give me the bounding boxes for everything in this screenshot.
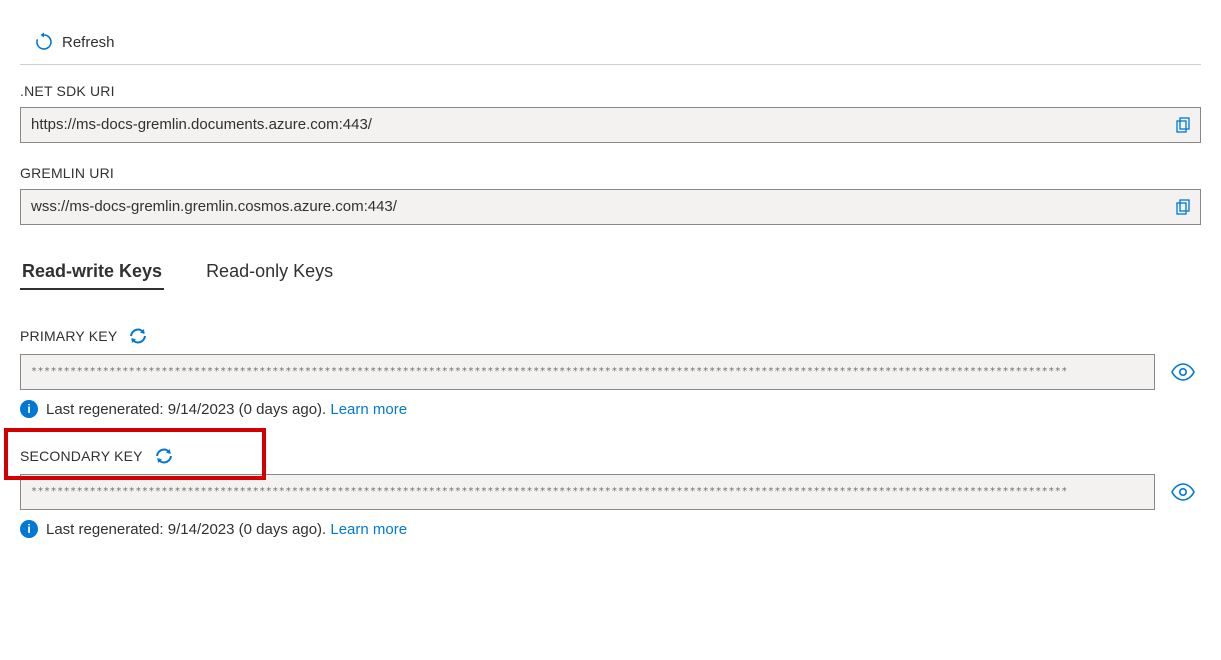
primary-regen-info: i Last regenerated: 9/14/2023 (0 days ag… [20,400,1201,418]
tab-read-write-keys[interactable]: Read-write Keys [20,255,164,290]
eye-icon [1170,483,1196,501]
info-icon: i [20,400,38,418]
refresh-button[interactable]: Refresh [28,28,121,56]
show-primary-key-button[interactable] [1165,354,1201,390]
refresh-icon [34,32,54,52]
regen-text: Last regenerated: 9/14/2023 (0 days ago)… [46,401,330,418]
copy-button[interactable] [1170,194,1196,220]
refresh-label: Refresh [62,34,115,51]
field-value: wss://ms-docs-gremlin.gremlin.cosmos.azu… [31,198,397,216]
gremlin-uri-field: GREMLIN URI wss://ms-docs-gremlin.gremli… [20,165,1201,225]
masked-value: ****************************************… [31,363,1068,381]
secondary-key-section: SECONDARY KEY **************************… [20,446,1201,538]
regenerate-secondary-button[interactable] [153,446,175,466]
secondary-key-input[interactable]: ****************************************… [20,474,1155,510]
copy-icon [1174,116,1192,134]
regenerate-icon [127,326,149,346]
key-tabs: Read-write Keys Read-only Keys [20,255,1201,290]
field-value: https://ms-docs-gremlin.documents.azure.… [31,116,372,134]
regenerate-primary-button[interactable] [127,326,149,346]
field-label: SECONDARY KEY [20,448,143,464]
eye-icon [1170,363,1196,381]
copy-button[interactable] [1170,112,1196,138]
toolbar: Refresh [20,20,1201,65]
regenerate-icon [153,446,175,466]
regen-text: Last regenerated: 9/14/2023 (0 days ago)… [46,521,330,538]
learn-more-link[interactable]: Learn more [330,401,407,418]
learn-more-link[interactable]: Learn more [330,521,407,538]
field-label: GREMLIN URI [20,165,1201,181]
show-secondary-key-button[interactable] [1165,474,1201,510]
tab-read-only-keys[interactable]: Read-only Keys [204,255,335,290]
info-icon: i [20,520,38,538]
field-label: .NET SDK URI [20,83,1201,99]
masked-value: ****************************************… [31,483,1068,501]
field-label: PRIMARY KEY [20,328,117,344]
gremlin-uri-input[interactable]: wss://ms-docs-gremlin.gremlin.cosmos.azu… [20,189,1201,225]
primary-key-input[interactable]: ****************************************… [20,354,1155,390]
secondary-regen-info: i Last regenerated: 9/14/2023 (0 days ag… [20,520,1201,538]
net-sdk-uri-input[interactable]: https://ms-docs-gremlin.documents.azure.… [20,107,1201,143]
copy-icon [1174,198,1192,216]
net-sdk-uri-field: .NET SDK URI https://ms-docs-gremlin.doc… [20,83,1201,143]
primary-key-section: PRIMARY KEY ****************************… [20,326,1201,418]
